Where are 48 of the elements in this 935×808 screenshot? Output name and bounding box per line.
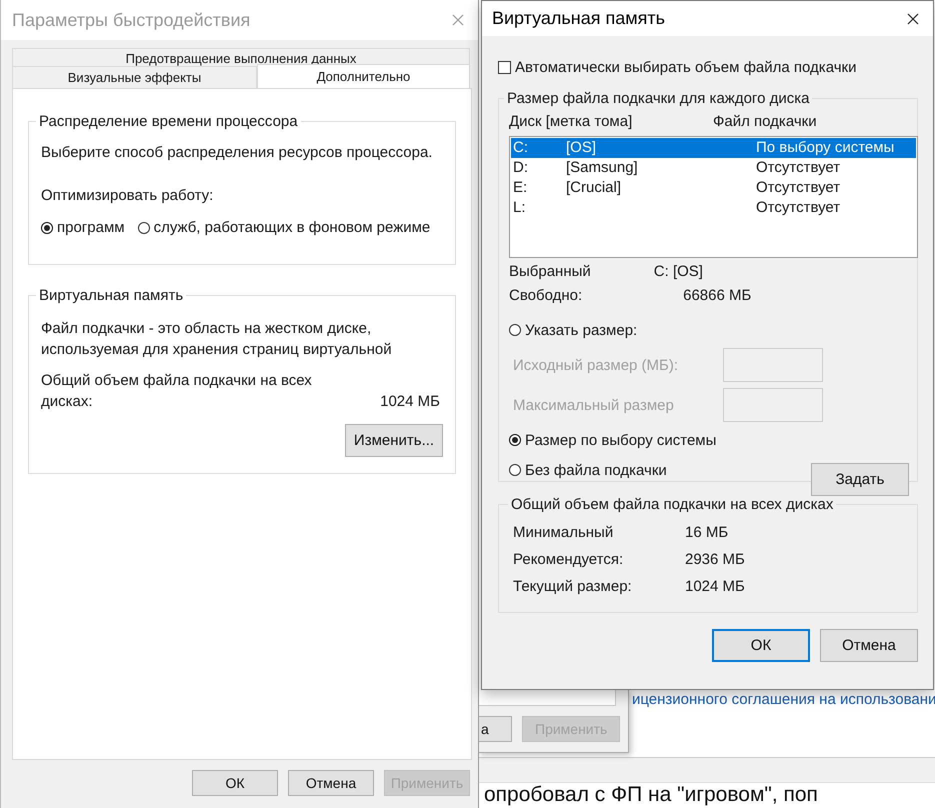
- window-title: Параметры быстродействия: [12, 10, 250, 30]
- description-text: Выберите способ распределения ресурсов процессора.: [41, 144, 434, 161]
- set-button[interactable]: Задать: [811, 463, 909, 496]
- info-label: Выбранный: [509, 263, 591, 282]
- column-header: Диск [метка тома]: [509, 113, 634, 130]
- dialog-button[interactable]: ОК: [192, 770, 278, 796]
- dialog-button[interactable]: Отмена: [820, 629, 918, 662]
- optimize-label: Оптимизировать работу:: [41, 187, 214, 204]
- description-text: Файл подкачки - это область на жестком диске, используемая для хранения страниц виртуальной: [41, 319, 393, 360]
- total-label: Текущий размер:: [513, 578, 633, 595]
- total-label: Минимальный: [513, 524, 614, 541]
- info-label: Свободно:: [509, 287, 582, 306]
- radio-button[interactable]: программ: [41, 219, 125, 236]
- column-header: Файл подкачки: [713, 113, 818, 130]
- field-label: Исходный размер (МБ):: [513, 356, 678, 374]
- info-value: 66866 МБ: [683, 287, 752, 306]
- input-field[interactable]: [478, 690, 616, 706]
- total-value: 2936 МБ: [685, 551, 745, 568]
- total-value: 16 МБ: [685, 524, 728, 541]
- page-text: опробовал с ФП на "игровом", поп: [484, 783, 818, 807]
- radio-button[interactable]: служб, работающих в фоновом режиме: [138, 219, 430, 236]
- tab[interactable]: Визуальные эффекты: [12, 66, 257, 88]
- dialog-button[interactable]: ОК: [712, 629, 810, 662]
- drive-row[interactable]: L: Отсутствует: [511, 198, 916, 218]
- tab[interactable]: Дополнительно: [257, 64, 470, 88]
- radio-button[interactable]: Размер по выбору системы: [509, 425, 917, 455]
- license-link[interactable]: ицензионного соглашения на использовани: [632, 691, 935, 708]
- total-value: 1024 МБ: [380, 392, 440, 412]
- change-button[interactable]: Изменить...: [345, 424, 443, 457]
- close-icon[interactable]: [907, 12, 919, 24]
- drive-row[interactable]: C: [OS] По выбору системы: [511, 138, 916, 158]
- tab[interactable]: Предотвращение выполнения данных: [12, 48, 470, 67]
- total-value: 1024 МБ: [685, 578, 745, 595]
- dialog-button[interactable]: Отмена: [288, 770, 374, 796]
- field-label: Максимальный размер: [513, 396, 674, 414]
- group-title: Размер файла подкачки для каждого диска: [506, 90, 810, 107]
- info-value: C: [OS]: [654, 263, 703, 282]
- radio-button[interactable]: Указать размер:: [509, 315, 917, 345]
- group-title: Общий объем файла подкачки на всех дисках: [510, 496, 834, 513]
- drive-row[interactable]: D: [Samsung] Отсутствует: [511, 158, 916, 178]
- dialog-button[interactable]: а: [478, 716, 512, 742]
- total-label: Рекомендуется:: [513, 551, 624, 568]
- drive-row[interactable]: E: [Crucial] Отсутствует: [511, 178, 916, 198]
- total-label: Общий объем файла подкачки на всех дисках:: [41, 371, 312, 412]
- group-title: Виртуальная память: [38, 287, 184, 304]
- group-title: Распределение времени процессора: [38, 113, 299, 130]
- window-title: Виртуальная память: [492, 8, 666, 29]
- checkbox[interactable]: Автоматически выбирать объем файла подкачки: [498, 59, 918, 76]
